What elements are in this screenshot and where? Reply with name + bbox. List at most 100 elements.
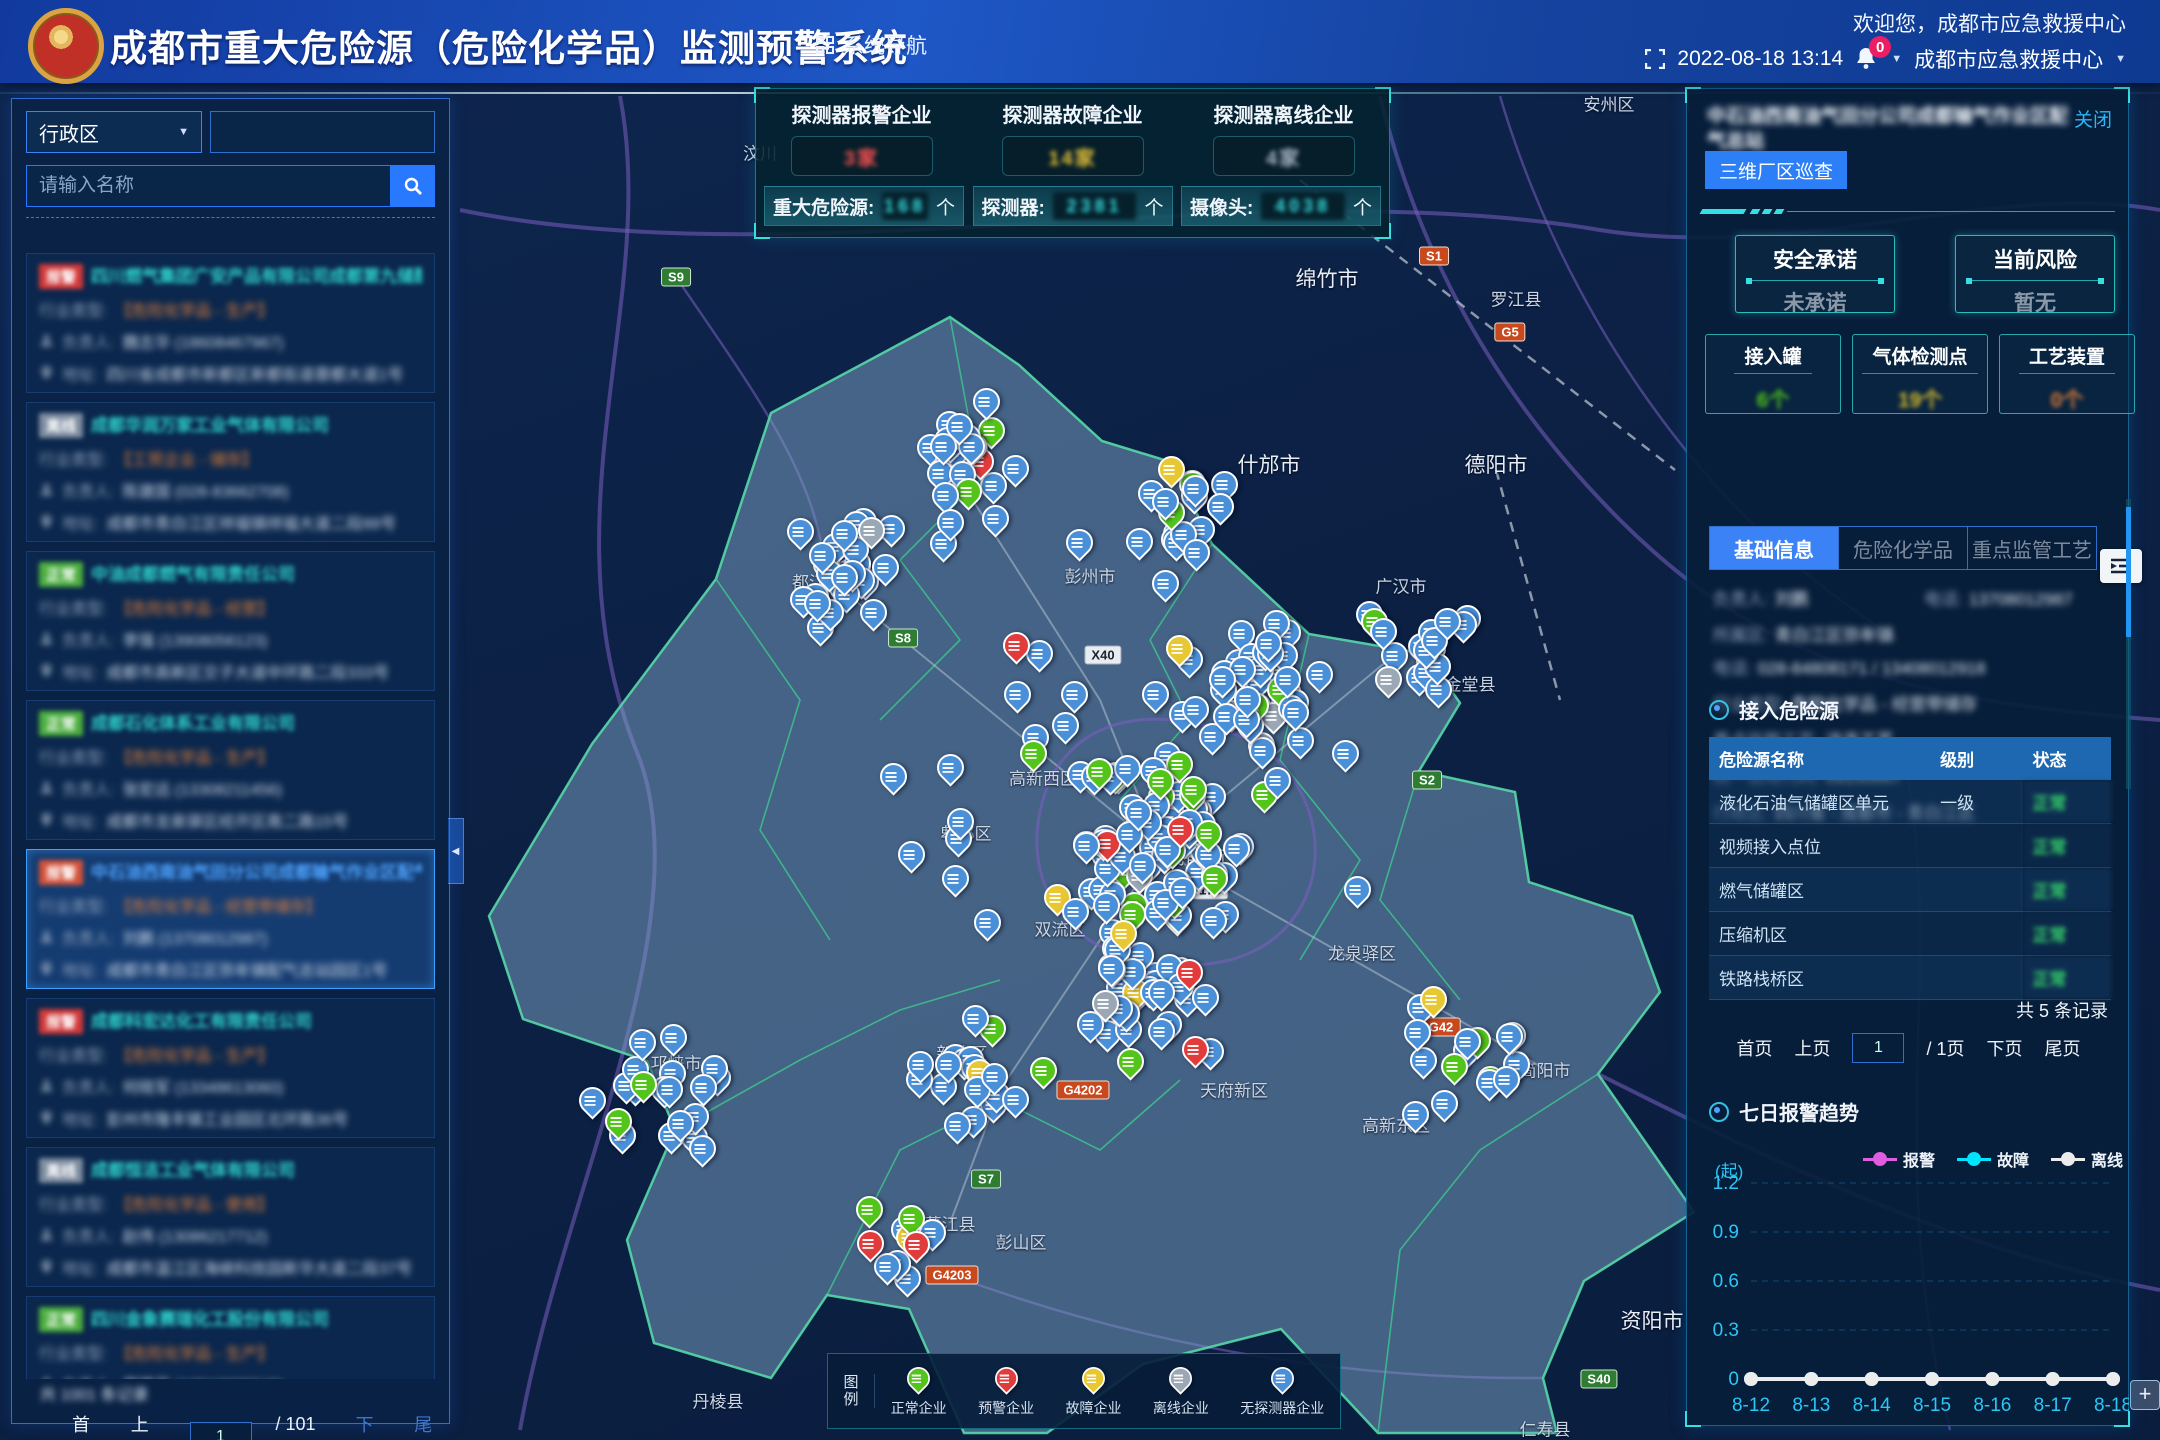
chevron-down-icon[interactable]: ▼ (1891, 53, 1902, 65)
fullscreen-icon[interactable] (1645, 49, 1665, 69)
location-icon (39, 365, 54, 380)
enterprise-map-pin-green[interactable] (851, 1191, 889, 1229)
total-stat: 探测器:2381个 (973, 186, 1173, 226)
svg-text:0.6: 0.6 (1713, 1271, 1739, 1292)
scrollbar[interactable] (2126, 499, 2131, 789)
enterprise-map-pin-blue[interactable] (1136, 676, 1174, 714)
location-icon (39, 961, 54, 976)
enterprise-map-pin-blue[interactable] (967, 382, 1005, 420)
district-select[interactable]: 行政区 ▼ (26, 111, 202, 153)
col-level: 级别 (1930, 737, 2022, 780)
enterprise-map-pin-blue[interactable] (937, 859, 975, 897)
org-name[interactable]: 成都市应急救援中心 (1914, 44, 2103, 74)
enterprise-card[interactable]: 报警成都科宏达化工有限责任公司 行业类型:【危险化学品 - 生产】 负责人:何晓… (26, 998, 435, 1138)
enterprise-map-pin-blue[interactable] (1120, 523, 1158, 561)
detector-stat: 探测器报警企业3家 (762, 99, 962, 176)
enterprise-map-pin-blue[interactable] (1338, 870, 1376, 908)
enterprise-map-pin-blue[interactable] (999, 675, 1037, 713)
total-stat: 重大危险源:168个 (764, 186, 964, 226)
enterprise-map-pin-blue[interactable] (1147, 564, 1185, 602)
table-row[interactable]: 铁路栈桥区正常 (1709, 956, 2111, 1000)
enterprise-map-pin-blue[interactable] (968, 904, 1006, 942)
person-icon (39, 929, 54, 944)
enterprise-map-pin-blue[interactable] (1397, 1095, 1435, 1133)
detector-stats-panel: 探测器报警企业3家探测器故障企业14家探测器离线企业4家 重大危险源:168个探… (755, 88, 1390, 238)
app-logo (28, 8, 104, 84)
table-row[interactable]: 视频接入点位正常 (1709, 824, 2111, 868)
svg-text:8-13: 8-13 (1792, 1395, 1830, 1416)
current-risk-label: 当前风险 (1956, 244, 2114, 274)
enterprise-card[interactable]: 报警四川燃气集团广安产品有限公司成都第九储配分公司 行业类型:【危险化学品 - … (26, 253, 435, 393)
location-icon (39, 514, 54, 529)
map-zoom-in-button[interactable]: + (2130, 1380, 2160, 1410)
enterprise-map-pin-blue[interactable] (1327, 734, 1365, 772)
page-number-input[interactable] (1852, 1033, 1904, 1063)
enterprise-map-pin-blue[interactable] (1426, 1084, 1464, 1122)
enterprise-map-pin-blue[interactable] (976, 499, 1014, 537)
detector-stat: 探测器故障企业14家 (973, 99, 1173, 176)
enterprise-map-pin-blue[interactable] (1055, 675, 1093, 713)
district-value-input[interactable] (210, 111, 435, 153)
tab-重点监管工艺[interactable]: 重点监管工艺 (1968, 527, 2096, 569)
enterprise-card[interactable]: 正常成都石化体系工业有限公司 行业类型:【危险化学品 - 生产】 负责人:张宏远… (26, 700, 435, 840)
panel-collapse-handle[interactable]: ◀ (448, 818, 464, 884)
3d-plant-patrol-button[interactable]: 三维厂区巡查 (1705, 151, 1847, 189)
enterprise-map-pin-blue[interactable] (1060, 524, 1098, 562)
table-row[interactable]: 燃气储罐区正常 (1709, 868, 2111, 912)
enterprise-card[interactable]: 报警中石油西南油气田分公司成都输气作业区配气总站 行业类型:【危险化学品 - 经… (26, 849, 435, 989)
enterprise-map-pin-blue[interactable] (1491, 1017, 1529, 1055)
next-page-button[interactable]: 下页 (1987, 1035, 2023, 1061)
enterprise-map-pin-blue[interactable] (874, 757, 912, 795)
svg-text:8-18: 8-18 (2094, 1395, 2129, 1416)
enterprise-map-pin-blue[interactable] (1300, 655, 1338, 693)
enterprise-map-pin-blue[interactable] (1405, 1041, 1443, 1079)
person-icon (39, 1078, 54, 1093)
prev-page-button[interactable]: 上页 (1794, 1035, 1830, 1061)
tab-危险化学品[interactable]: 危险化学品 (1839, 527, 1968, 569)
enterprise-card[interactable]: 离线成都恒洁工业气体有限公司 行业类型:【危险化学品 - 使用】 负责人:赵伟 … (26, 1147, 435, 1287)
search-button[interactable] (391, 165, 435, 207)
hazard-section-header: 接入危险源 (1709, 695, 1839, 724)
table-row[interactable]: 压缩机区正常 (1709, 912, 2111, 956)
next-page-button[interactable]: 下页 (356, 1411, 391, 1440)
enterprise-map-pin-blue[interactable] (1047, 706, 1085, 744)
notification-bell[interactable]: 0 (1855, 46, 1879, 72)
enterprise-record-count: 共 1001 条记录 (40, 1381, 149, 1405)
enterprise-list-panel: 行政区 ▼ 报警四川燃气集团广安产品有限公司成都第九储配分公司 行业类型:【危险… (11, 98, 450, 1424)
enterprise-map-pin-blue[interactable] (654, 1018, 692, 1056)
last-page-button[interactable]: 尾页 (414, 1411, 449, 1440)
prev-page-button[interactable]: 上页 (131, 1411, 166, 1440)
enterprise-map-pin-green[interactable] (1112, 1042, 1150, 1080)
first-page-button[interactable]: 首页 (72, 1411, 107, 1440)
svg-text:8-12: 8-12 (1732, 1395, 1770, 1416)
expand-info-button[interactable] (2100, 549, 2142, 583)
asset-stat-box: 气体检测点19个 (1852, 334, 1988, 414)
enterprise-map-pin-blue[interactable] (623, 1023, 661, 1061)
current-risk-value: 暂无 (1956, 287, 2114, 317)
chevron-down-icon: ▼ (178, 126, 189, 138)
first-page-button[interactable]: 首页 (1736, 1035, 1772, 1061)
chevron-down-icon[interactable]: ▼ (2115, 53, 2126, 65)
detector-stat-columns: 探测器报警企业3家探测器故障企业14家探测器离线企业4家 (756, 89, 1389, 176)
enterprise-card[interactable]: 正常四川金象赛瑞化工股份有限公司 行业类型:【危险化学品 - 生产】 负责人:周… (26, 1296, 435, 1379)
legend-items: 正常企业预警企业故障企业离线企业无探测器企业 (875, 1365, 1340, 1418)
enterprise-map-pin-blue[interactable] (1398, 1013, 1436, 1051)
tab-基础信息[interactable]: 基础信息 (1710, 527, 1839, 569)
legend-item: 故障企业 (1065, 1365, 1121, 1418)
system-nav-button[interactable]: 系统导航 (816, 30, 927, 60)
table-row[interactable]: 液化石油气储罐区单元一级正常 (1709, 780, 2111, 824)
enterprise-card[interactable]: 正常中油成都燃气有限责任公司 行业类型:【危险化学品 - 经营】 负责人:李强 … (26, 551, 435, 691)
enterprise-map-pin-blue[interactable] (892, 836, 930, 874)
search-input[interactable] (26, 165, 391, 207)
close-button[interactable]: 关闭 (2074, 105, 2112, 132)
enterprise-detail-panel: 中石油西南油气田分公司成都输气作业区配气总站 关闭 三维厂区巡查 安全承诺 未承… (1686, 88, 2129, 1426)
enterprise-map-pin-blue[interactable] (931, 749, 969, 787)
svg-text:8-15: 8-15 (1913, 1395, 1951, 1416)
enterprise-card[interactable]: 离线成都华润万家工业气体有限公司 行业类型:【工贸企业 - 储存】 负责人:陈建… (26, 402, 435, 542)
page-number-input[interactable] (190, 1422, 252, 1440)
enterprise-pagination: 首页 上页 / 101页 下页 尾页 (12, 1411, 449, 1440)
enterprise-map-pin-green[interactable] (1025, 1051, 1063, 1089)
enterprise-map-pin-blue[interactable] (1281, 721, 1319, 759)
last-page-button[interactable]: 尾页 (2045, 1035, 2081, 1061)
col-hazard-name: 危险源名称 (1709, 737, 1930, 780)
